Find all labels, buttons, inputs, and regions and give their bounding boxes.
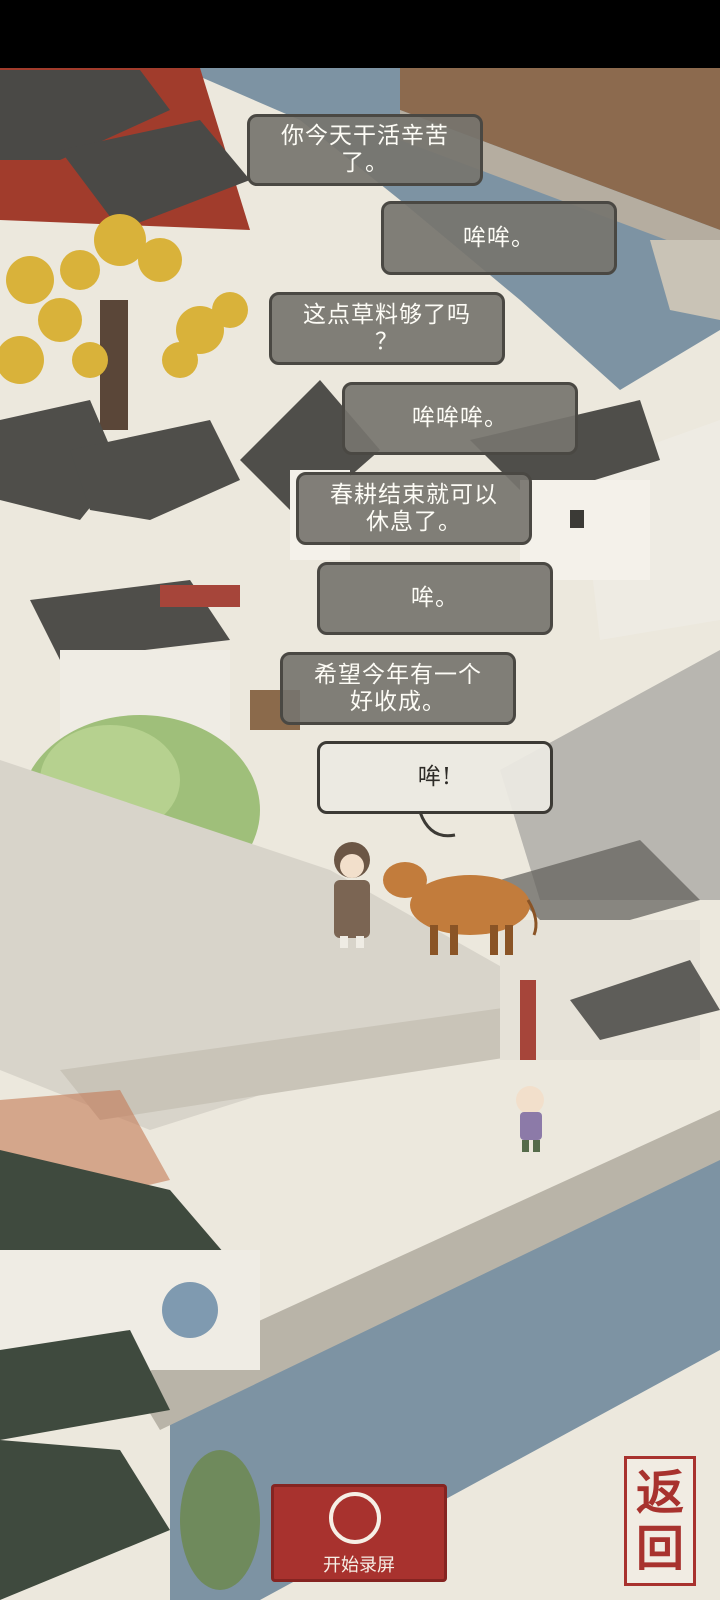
- bamboo-plant: [180, 1450, 260, 1590]
- dialogue-bubble-farmer: 春耕结束就可以 休息了。: [296, 472, 532, 545]
- dialogue-line: 哞哞哞。: [412, 405, 508, 431]
- dialogue-line: 哞哞。: [463, 224, 535, 251]
- dialogue-line: 你今天干活辛苦: [281, 123, 449, 149]
- child-character[interactable]: [516, 1086, 544, 1152]
- back-label-top: 返: [635, 1465, 684, 1521]
- golden-tree: [0, 214, 248, 430]
- back-label-bottom: 回: [635, 1521, 684, 1577]
- dialogue-line: 休息了。: [366, 508, 462, 535]
- dialogue-bubble-ox: 哞哞。: [381, 201, 617, 275]
- dialogue-line: 好收成。: [350, 688, 446, 715]
- dialogue-bubble-ox-current[interactable]: 哞!: [317, 741, 553, 814]
- market-table: [160, 585, 240, 607]
- dialogue-bubble-farmer: 这点草料够了吗？: [269, 292, 505, 365]
- dialogue-bubble-farmer: 希望今年有一个 好收成。: [280, 652, 516, 725]
- status-bar: [0, 0, 720, 68]
- dialogue-line: ？: [375, 328, 399, 355]
- dialogue-line: 哞。: [411, 585, 459, 611]
- dialogue-line: 了。: [341, 150, 389, 176]
- dialogue-line: 希望今年有一个: [314, 661, 482, 688]
- back-button[interactable]: 返 回: [624, 1456, 696, 1586]
- dialogue-line: 这点草料够了吗: [303, 301, 471, 328]
- dialogue-bubble-ox: 哞哞哞。: [342, 382, 578, 455]
- start-recording-button[interactable]: 开始录屏: [271, 1484, 447, 1582]
- round-window: [162, 1282, 218, 1338]
- dialogue-line: 春耕结束就可以: [330, 481, 498, 508]
- farmer-character[interactable]: [334, 842, 370, 948]
- record-circle-icon: [329, 1492, 381, 1544]
- record-label: 开始录屏: [323, 1555, 395, 1576]
- dialogue-bubble-farmer: 你今天干活辛苦 了。: [247, 114, 483, 186]
- dialogue-line: 哞!: [417, 764, 453, 790]
- speech-tail: [418, 811, 456, 838]
- dialogue-bubble-ox: 哞。: [317, 562, 553, 635]
